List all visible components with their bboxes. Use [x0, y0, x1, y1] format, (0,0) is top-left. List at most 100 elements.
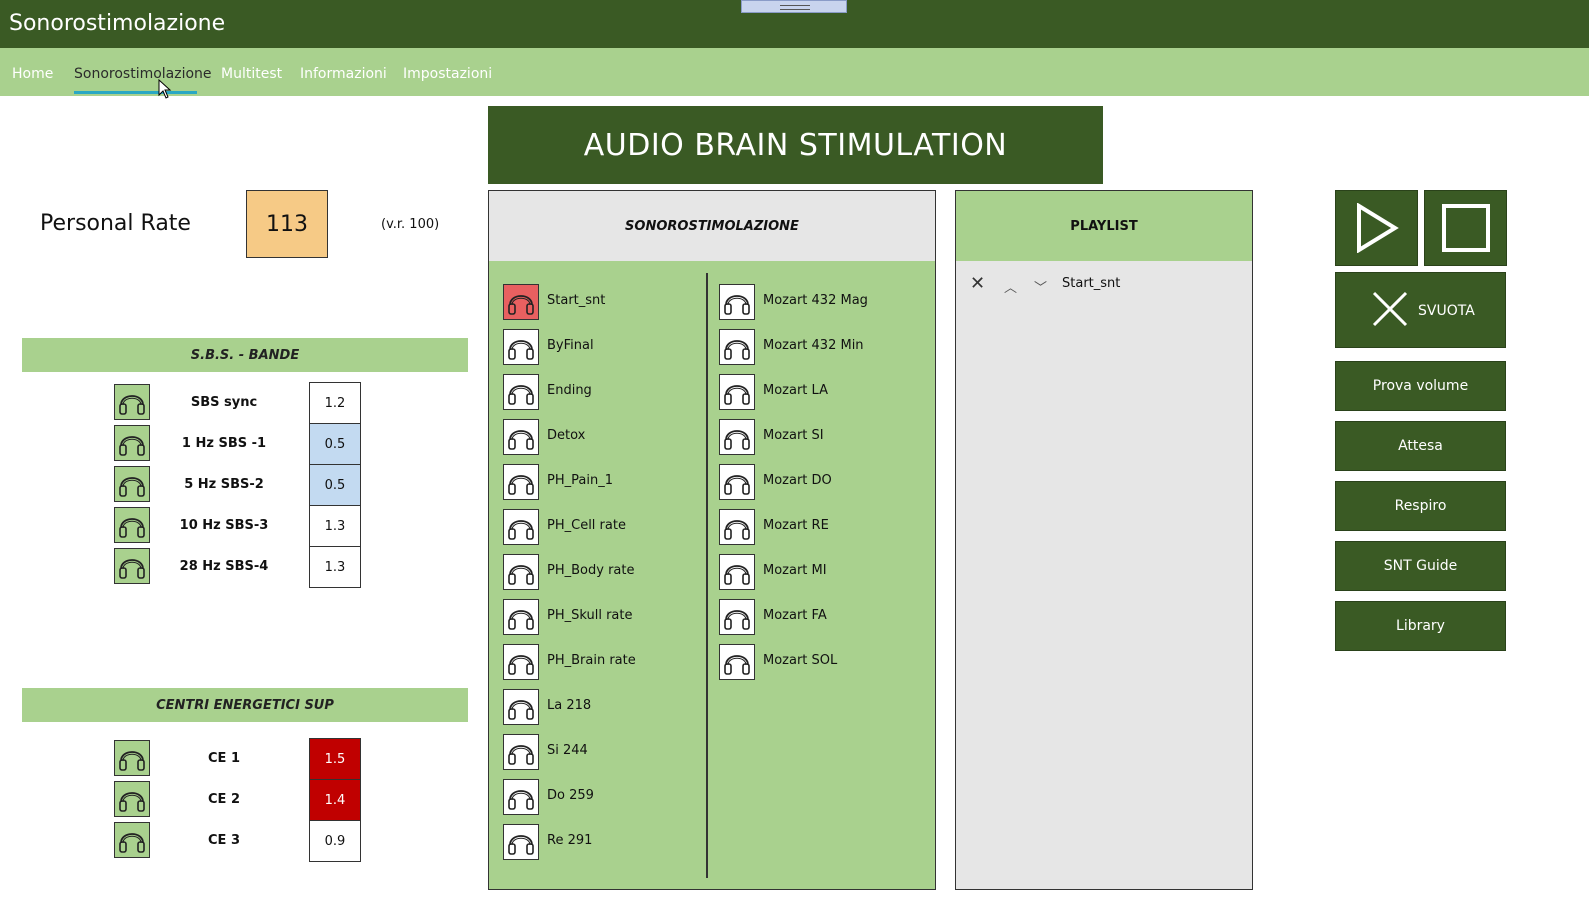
headphones-icon[interactable]	[503, 689, 539, 725]
headphones-icon[interactable]	[503, 284, 539, 320]
window-grip-handle[interactable]	[741, 0, 847, 13]
stop-button[interactable]	[1424, 190, 1507, 266]
library-button[interactable]: Library	[1335, 601, 1506, 651]
headphones-icon[interactable]	[503, 824, 539, 860]
track-label: Mozart 432 Mag	[763, 293, 868, 308]
respiro-button[interactable]: Respiro	[1335, 481, 1506, 531]
svuota-button[interactable]: SVUOTA	[1335, 272, 1506, 348]
track-label: Mozart RE	[763, 518, 829, 533]
track-label: La 218	[547, 698, 592, 713]
headphones-icon[interactable]	[503, 779, 539, 815]
headphones-icon[interactable]	[719, 374, 755, 410]
track-label: ByFinal	[547, 338, 594, 353]
track-label: Start_snt	[547, 293, 606, 308]
sbs-value: 1.3	[309, 505, 361, 547]
prova-volume-button[interactable]: Prova volume	[1335, 361, 1506, 411]
headphones-icon[interactable]	[503, 464, 539, 500]
track-label: Do 259	[547, 788, 594, 803]
nav-item-home[interactable]: Home	[12, 66, 53, 82]
sbs-section-header: S.B.S. - BANDE	[22, 338, 468, 372]
headphones-icon[interactable]	[719, 554, 755, 590]
sbs-label: SBS sync	[190, 395, 258, 410]
track-label: Detox	[547, 428, 586, 443]
headphones-icon[interactable]	[503, 329, 539, 365]
track-label: Mozart SOL	[763, 653, 838, 668]
headphones-icon[interactable]	[503, 509, 539, 545]
sbs-row: 10 Hz SBS-3 1.3	[114, 505, 364, 547]
headphones-icon[interactable]	[114, 740, 150, 776]
attesa-button[interactable]: Attesa	[1335, 421, 1506, 471]
sbs-row: 28 Hz SBS-4 1.3	[114, 546, 364, 588]
ce-row: CE 3 0.9	[114, 820, 364, 862]
track-label: Ending	[547, 383, 592, 398]
headphones-icon[interactable]	[719, 284, 755, 320]
nav-item-sonorostimolazione[interactable]: Sonorostimolazione	[74, 66, 212, 82]
headphones-icon[interactable]	[114, 466, 150, 502]
track-label: Mozart SI	[763, 428, 824, 443]
track-label: PH_Cell rate	[547, 518, 626, 533]
headphones-icon[interactable]	[114, 507, 150, 543]
ce-row: CE 1 1.5	[114, 738, 364, 780]
title-bar: Sonorostimolazione	[0, 0, 1589, 48]
headphones-icon[interactable]	[114, 384, 150, 420]
track-label: Re 291	[547, 833, 593, 848]
ce-section-header: CENTRI ENERGETICI SUP	[22, 688, 468, 722]
headphones-icon[interactable]	[114, 781, 150, 817]
headphones-icon[interactable]	[114, 425, 150, 461]
ce-label: CE 2	[208, 792, 240, 807]
sbs-label: 1 Hz SBS -1	[181, 436, 267, 451]
track-label: PH_Skull rate	[547, 608, 633, 623]
sbs-row: 1 Hz SBS -1 0.5	[114, 423, 364, 465]
stop-icon	[1441, 204, 1490, 252]
headphones-icon[interactable]	[719, 509, 755, 545]
track-label: PH_Body rate	[547, 563, 635, 578]
remove-icon[interactable]: ✕	[970, 275, 985, 293]
headphones-icon[interactable]	[719, 464, 755, 500]
headphones-icon[interactable]	[114, 548, 150, 584]
headphones-icon[interactable]	[503, 734, 539, 770]
nav-item-informazioni[interactable]: Informazioni	[300, 66, 387, 82]
sbs-label: 28 Hz SBS-4	[179, 559, 269, 574]
headphones-icon[interactable]	[719, 644, 755, 680]
mouse-cursor-icon	[158, 79, 172, 99]
sbs-label: 5 Hz SBS-2	[184, 477, 264, 492]
nav-item-multitest[interactable]: Multitest	[221, 66, 282, 82]
sbs-row: 5 Hz SBS-2 0.5	[114, 464, 364, 506]
sbs-label: 10 Hz SBS-3	[179, 518, 269, 533]
headphones-icon[interactable]	[503, 419, 539, 455]
headphones-icon[interactable]	[719, 419, 755, 455]
sonorostimolazione-header: SONOROSTIMOLAZIONE	[489, 191, 935, 261]
track-label: PH_Brain rate	[547, 653, 636, 668]
track-label: Mozart DO	[763, 473, 832, 488]
track-label: Mozart MI	[763, 563, 827, 578]
chevron-up-icon[interactable]: ︿	[1004, 277, 1017, 296]
headphones-icon[interactable]	[503, 374, 539, 410]
headphones-icon[interactable]	[503, 599, 539, 635]
track-label: Mozart FA	[763, 608, 827, 623]
personal-rate-reference: (v.r. 100)	[381, 217, 440, 232]
ce-value: 0.9	[309, 820, 361, 862]
playlist-item[interactable]: ✕ ︿ ﹀ Start_snt	[970, 275, 1230, 297]
play-icon	[1356, 203, 1399, 253]
sbs-value: 0.5	[309, 464, 361, 506]
nav-item-impostazioni[interactable]: Impostazioni	[403, 66, 492, 82]
play-button[interactable]	[1335, 190, 1418, 266]
ce-label: CE 1	[208, 751, 240, 766]
sonorostimolazione-panel: SONOROSTIMOLAZIONE Start_snt ByFinal Endin…	[488, 190, 936, 890]
close-icon	[1372, 291, 1408, 327]
headphones-icon[interactable]	[503, 554, 539, 590]
headphones-icon[interactable]	[719, 329, 755, 365]
playlist-item-name: Start_snt	[1062, 276, 1121, 291]
ce-row: CE 2 1.4	[114, 779, 364, 821]
svuota-label: SVUOTA	[1418, 303, 1475, 319]
headphones-icon[interactable]	[114, 822, 150, 858]
snt-guide-button[interactable]: SNT Guide	[1335, 541, 1506, 591]
track-label: Si 244	[547, 743, 588, 758]
ce-label: CE 3	[208, 833, 240, 848]
headphones-icon[interactable]	[503, 644, 539, 680]
page-banner: AUDIO BRAIN STIMULATION	[488, 106, 1103, 184]
chevron-down-icon[interactable]: ﹀	[1034, 277, 1047, 296]
sbs-value: 1.3	[309, 546, 361, 588]
headphones-icon[interactable]	[719, 599, 755, 635]
sbs-value: 0.5	[309, 423, 361, 465]
